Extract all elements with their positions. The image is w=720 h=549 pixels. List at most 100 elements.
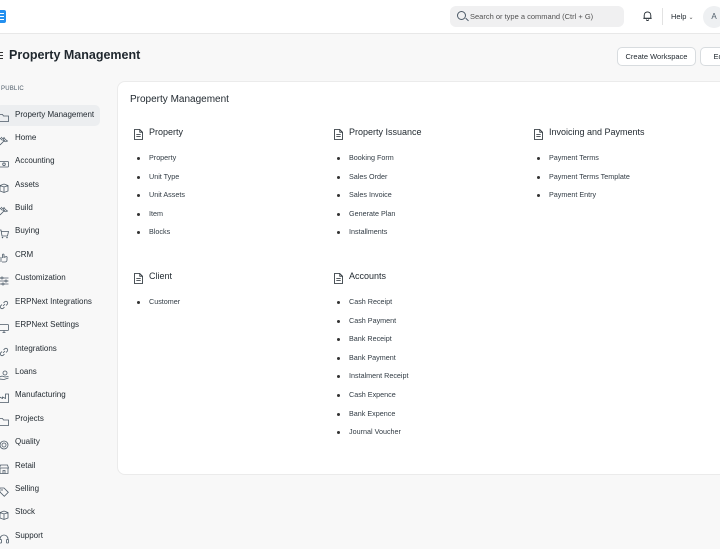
badge-icon [0,437,9,450]
shortcut-link-label: Bank Receipt [349,334,392,344]
sidebar-item-erpnext-settings[interactable]: ERPNext Settings [0,315,100,336]
shortcut-link[interactable]: Bank Payment [334,352,524,371]
sidebar-item-stock[interactable]: Stock [0,502,100,523]
tag-icon [0,484,9,497]
sidebar-item-integrations[interactable]: Integrations [0,339,100,360]
link-icon [0,344,9,356]
sidebar-item-customization[interactable]: Customization [0,268,100,289]
shortcut-link[interactable]: Cash Receipt [334,296,524,315]
sidebar-item-build[interactable]: Build [0,198,100,219]
shortcut-link[interactable]: Instalment Receipt [334,370,524,389]
avatar[interactable]: A [703,6,720,28]
bullet-dot [337,338,340,342]
sidebar-item-label: ERPNext Integrations [15,296,92,306]
sidebar-item-projects[interactable]: Projects [0,409,100,430]
bullet-dot [137,157,140,160]
app-logo[interactable] [0,10,6,23]
sidebar-item-label: Build [15,203,33,212]
shortcut-link[interactable]: Payment Terms Template [534,171,720,190]
tools-icon [0,133,9,145]
bullet-dot [337,431,340,435]
bullet-dot [337,393,340,397]
shortcut-link-label: Sales Invoice [349,190,392,200]
bullet-dot [337,375,340,379]
shortcut-link[interactable]: Property [134,152,324,171]
sidebar-item-assets[interactable]: Assets [0,175,100,196]
shortcut-link[interactable]: Payment Entry [534,189,720,208]
shortcut-link[interactable]: Journal Voucher [334,426,524,445]
section-header: Property [134,126,324,140]
sidebar-item-erpnext-integrations[interactable]: ERPNext Integrations [0,292,100,313]
shortcut-link[interactable]: Unit Assets [134,189,324,208]
shortcut-link[interactable]: Unit Type [134,171,324,190]
sidebar-item-label: Customization [15,273,66,282]
shortcut-link-label: Customer [149,297,181,306]
sidebar-item-retail[interactable]: Retail [0,456,100,477]
sidebar-item-label: Manufacturing [15,390,66,399]
bullet-dot [137,212,140,216]
card-section-invoicing-and-payments: Invoicing and Payments Payment Terms Payme… [534,126,720,208]
sidebar-item-home[interactable]: Home [0,128,100,149]
shortcut-link[interactable]: Item [134,208,324,227]
shortcut-link-label: Property [149,153,177,162]
card-section-accounts: Accounts Cash Receipt Cash Payment Bank Rec… [334,270,524,445]
shortcut-link[interactable]: Bank Receipt [334,333,524,352]
shortcut-link[interactable]: Sales Invoice [334,189,524,208]
shortcut-link[interactable]: Bank Expence [334,408,524,427]
shortcut-link[interactable]: Generate Plan [334,208,524,227]
help-label: Help [671,12,687,21]
sidebar-item-label: CRM [15,249,34,259]
help-dropdown[interactable]: Help ⌄ [671,12,693,21]
sliders-icon [0,273,9,286]
shortcut-link[interactable]: Cash Expence [334,389,524,408]
sidebar-item-crm[interactable]: CRM [0,245,100,266]
section-title: Property [149,127,184,137]
sidebar-item-accounting[interactable]: Accounting [0,151,100,172]
notification-bell-icon[interactable] [643,11,652,21]
sidebar-item-label: Integrations [15,343,57,353]
shortcut-link[interactable]: Blocks [134,226,324,245]
shortcut-link-label: Bank Payment [349,352,396,362]
sidebar-item-label: Stock [15,507,36,516]
search-bar[interactable] [450,6,624,27]
card-section-property-issuance: Property Issuance Booking Form Sales Order… [334,126,524,245]
shortcut-link[interactable]: Sales Order [334,171,524,190]
section-title: Invoicing and Payments [549,127,645,137]
shortcut-link-label: Cash Expence [349,389,396,399]
sidebar-toggle-icon[interactable] [0,51,3,60]
shortcut-link[interactable]: Payment Terms [534,152,720,171]
sidebar-item-selling[interactable]: Selling [0,479,100,500]
section-header: Property Issuance [334,126,524,140]
edit-button[interactable]: Edit [700,47,720,66]
shortcut-link-label: Sales Order [349,171,388,181]
money-icon [0,156,9,168]
shortcut-link[interactable]: Cash Payment [334,315,524,334]
bullet-dot [337,319,340,323]
shortcut-link[interactable]: Customer [134,296,324,315]
shortcut-link-label: Payment Terms [549,153,599,162]
search-input[interactable] [470,6,620,27]
sidebar-item-support[interactable]: Support [0,526,100,547]
bullet-dot [337,212,340,216]
bullet-dot [337,194,340,198]
create-workspace-button[interactable]: Create Workspace [617,47,696,66]
shortcut-link-label: Unit Type [149,171,180,181]
sidebar-item-buying[interactable]: Buying [0,221,100,242]
bullet-dot [537,175,540,179]
sidebar-item-label: Buying [15,226,40,235]
shortcut-link[interactable]: Booking Form [334,152,524,171]
sidebar-item-loans[interactable]: Loans [0,362,100,383]
shortcut-link-label: Payment Terms Template [549,171,630,181]
sidebar-item-label: Assets [15,179,40,189]
bullet-dot [337,301,340,304]
bullet-dot [337,231,340,235]
sidebar-item-property-management[interactable]: Property Management [0,104,100,126]
sidebar-item-manufacturing[interactable]: Manufacturing [0,385,100,406]
sidebar-item-label: ERPNext Settings [15,320,80,329]
shortcut-link[interactable]: Installments [334,226,524,245]
shortcut-link-label: Payment Entry [549,190,597,200]
shortcut-link-label: Blocks [149,227,171,237]
sidebar-item-quality[interactable]: Quality [0,432,100,453]
sidebar-item-label: Retail [15,460,36,470]
shortcut-link-label: Bank Expence [349,408,396,418]
